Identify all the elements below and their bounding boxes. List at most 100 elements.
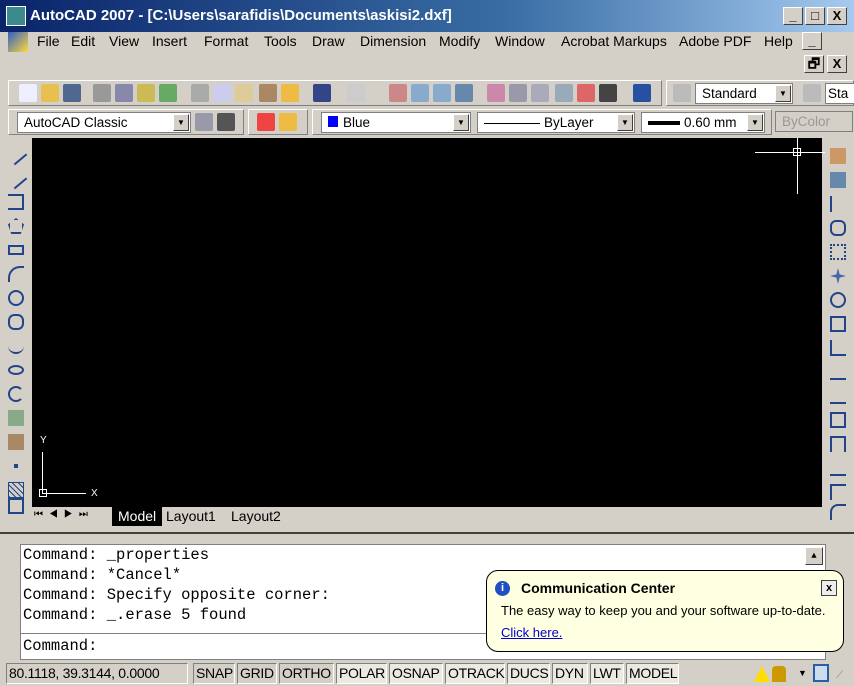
plot-preview-icon[interactable] [115, 84, 133, 102]
text-style-select[interactable]: Standard ▼ [695, 83, 793, 104]
zoom-window-icon[interactable] [433, 84, 451, 102]
tab-layout2[interactable]: Layout2 [231, 508, 281, 524]
new-icon[interactable] [19, 84, 37, 102]
circle-icon[interactable] [8, 290, 24, 306]
menu-format[interactable]: Format [204, 33, 248, 49]
menu-modify[interactable]: Modify [439, 33, 480, 49]
tab-navigation-buttons[interactable]: ⏮◀▶⏭ [34, 509, 94, 520]
markup-icon[interactable] [577, 84, 595, 102]
break-at-point-icon[interactable] [830, 412, 846, 428]
menu-help[interactable]: Help [764, 33, 793, 49]
copy-object-icon[interactable] [830, 172, 846, 188]
make-block-icon[interactable] [8, 434, 24, 450]
workspace-settings-icon[interactable] [195, 113, 213, 131]
tab-layout1[interactable]: Layout1 [166, 508, 216, 524]
paste-icon[interactable] [235, 84, 253, 102]
save-icon[interactable] [63, 84, 81, 102]
plot-icon[interactable] [93, 84, 111, 102]
stretch-icon[interactable] [830, 340, 846, 356]
save-workspace-icon[interactable] [217, 113, 235, 131]
sheet-set-icon[interactable] [555, 84, 573, 102]
status-toggle-snap[interactable]: SNAP [193, 663, 235, 684]
construction-line-icon[interactable] [4, 166, 28, 190]
dim-style-select[interactable]: Sta [825, 83, 854, 104]
join-icon[interactable] [830, 460, 846, 476]
drawing-area[interactable]: Y X [32, 138, 825, 507]
coordinates-display[interactable]: 80.1118, 39.3144, 0.0000 [6, 663, 188, 684]
spline-icon[interactable] [8, 338, 24, 354]
bubble-close-button[interactable]: x [821, 580, 837, 596]
status-toggle-lwt[interactable]: LWT [590, 663, 624, 684]
redo-icon[interactable] [347, 84, 365, 102]
chevron-down-icon[interactable]: ▼ [747, 114, 763, 131]
tab-model[interactable]: Model [112, 507, 163, 526]
menu-acrobat-markups[interactable]: Acrobat Markups [561, 33, 667, 49]
menu-edit[interactable]: Edit [71, 33, 95, 49]
status-toggle-dyn[interactable]: DYN [552, 663, 588, 684]
status-toggle-model[interactable]: MODEL [626, 663, 679, 684]
status-toggle-ortho[interactable]: ORTHO [279, 663, 334, 684]
menu-file[interactable]: File [37, 33, 60, 49]
line-icon[interactable] [4, 142, 28, 166]
color-select[interactable]: Blue ▼ [321, 112, 471, 133]
copy-icon[interactable] [213, 84, 231, 102]
bubble-link[interactable]: Click here. [501, 625, 562, 640]
doc-minimize-button[interactable]: _ [802, 32, 822, 50]
match-properties-icon[interactable] [259, 84, 277, 102]
close-button[interactable]: X [827, 7, 847, 25]
clean-screen-icon[interactable] [813, 664, 829, 682]
warning-icon[interactable] [754, 666, 770, 682]
pan-icon[interactable] [389, 84, 407, 102]
menu-window[interactable]: Window [495, 33, 545, 49]
status-toggle-otrack[interactable]: OTRACK [445, 663, 505, 684]
chevron-down-icon[interactable]: ▼ [453, 114, 469, 131]
zoom-previous-icon[interactable] [455, 84, 473, 102]
undo-icon[interactable] [313, 84, 331, 102]
calculator-icon[interactable] [599, 84, 617, 102]
array-icon[interactable] [830, 244, 846, 260]
move-icon[interactable] [830, 268, 846, 284]
block-editor-icon[interactable] [281, 84, 299, 102]
chamfer-icon[interactable] [830, 484, 846, 500]
arc-icon[interactable] [8, 266, 24, 282]
etransmit-icon[interactable] [159, 84, 177, 102]
menu-insert[interactable]: Insert [152, 33, 187, 49]
tool-palettes-icon[interactable] [531, 84, 549, 102]
ellipse-icon[interactable] [8, 365, 24, 375]
lineweight-select[interactable]: 0.60 mm ▼ [641, 112, 765, 133]
workspace-select[interactable]: AutoCAD Classic ▼ [17, 112, 191, 133]
open-icon[interactable] [41, 84, 59, 102]
polyline-icon[interactable] [8, 194, 24, 210]
point-icon[interactable] [14, 464, 18, 468]
pdf-icon[interactable] [257, 113, 275, 131]
menu-dimension[interactable]: Dimension [360, 33, 426, 49]
chevron-down-icon[interactable]: ▼ [617, 114, 633, 131]
trim-icon[interactable] [830, 364, 846, 380]
linetype-select[interactable]: ByLayer ▼ [477, 112, 635, 133]
insert-block-icon[interactable] [8, 410, 24, 426]
region-icon[interactable] [8, 498, 24, 514]
document-icon[interactable] [8, 32, 28, 52]
scale-icon[interactable] [830, 316, 846, 332]
doc-restore-button[interactable]: 🗗 [804, 55, 824, 73]
resize-grip[interactable]: ⟋ [836, 670, 843, 681]
minimize-button[interactable]: _ [783, 7, 803, 25]
scroll-up-button[interactable]: ▲ [805, 547, 823, 565]
properties-icon[interactable] [487, 84, 505, 102]
fillet-icon[interactable] [830, 504, 846, 520]
publish-icon[interactable] [137, 84, 155, 102]
command-prompt[interactable]: Command: [23, 637, 97, 655]
hatch-icon[interactable] [8, 482, 24, 498]
status-menu-chevron-icon[interactable]: ▼ [798, 668, 807, 678]
status-toggle-osnap[interactable]: OSNAP [389, 663, 443, 684]
cut-icon[interactable] [191, 84, 209, 102]
status-toggle-ducs[interactable]: DUCS [507, 663, 550, 684]
lock-icon[interactable] [772, 666, 786, 682]
revision-cloud-icon[interactable] [8, 314, 24, 330]
chevron-down-icon[interactable]: ▼ [173, 114, 189, 131]
zoom-realtime-icon[interactable] [411, 84, 429, 102]
design-center-icon[interactable] [509, 84, 527, 102]
break-icon[interactable] [830, 436, 846, 452]
maximize-button[interactable]: □ [805, 7, 825, 25]
help-icon[interactable] [633, 84, 651, 102]
